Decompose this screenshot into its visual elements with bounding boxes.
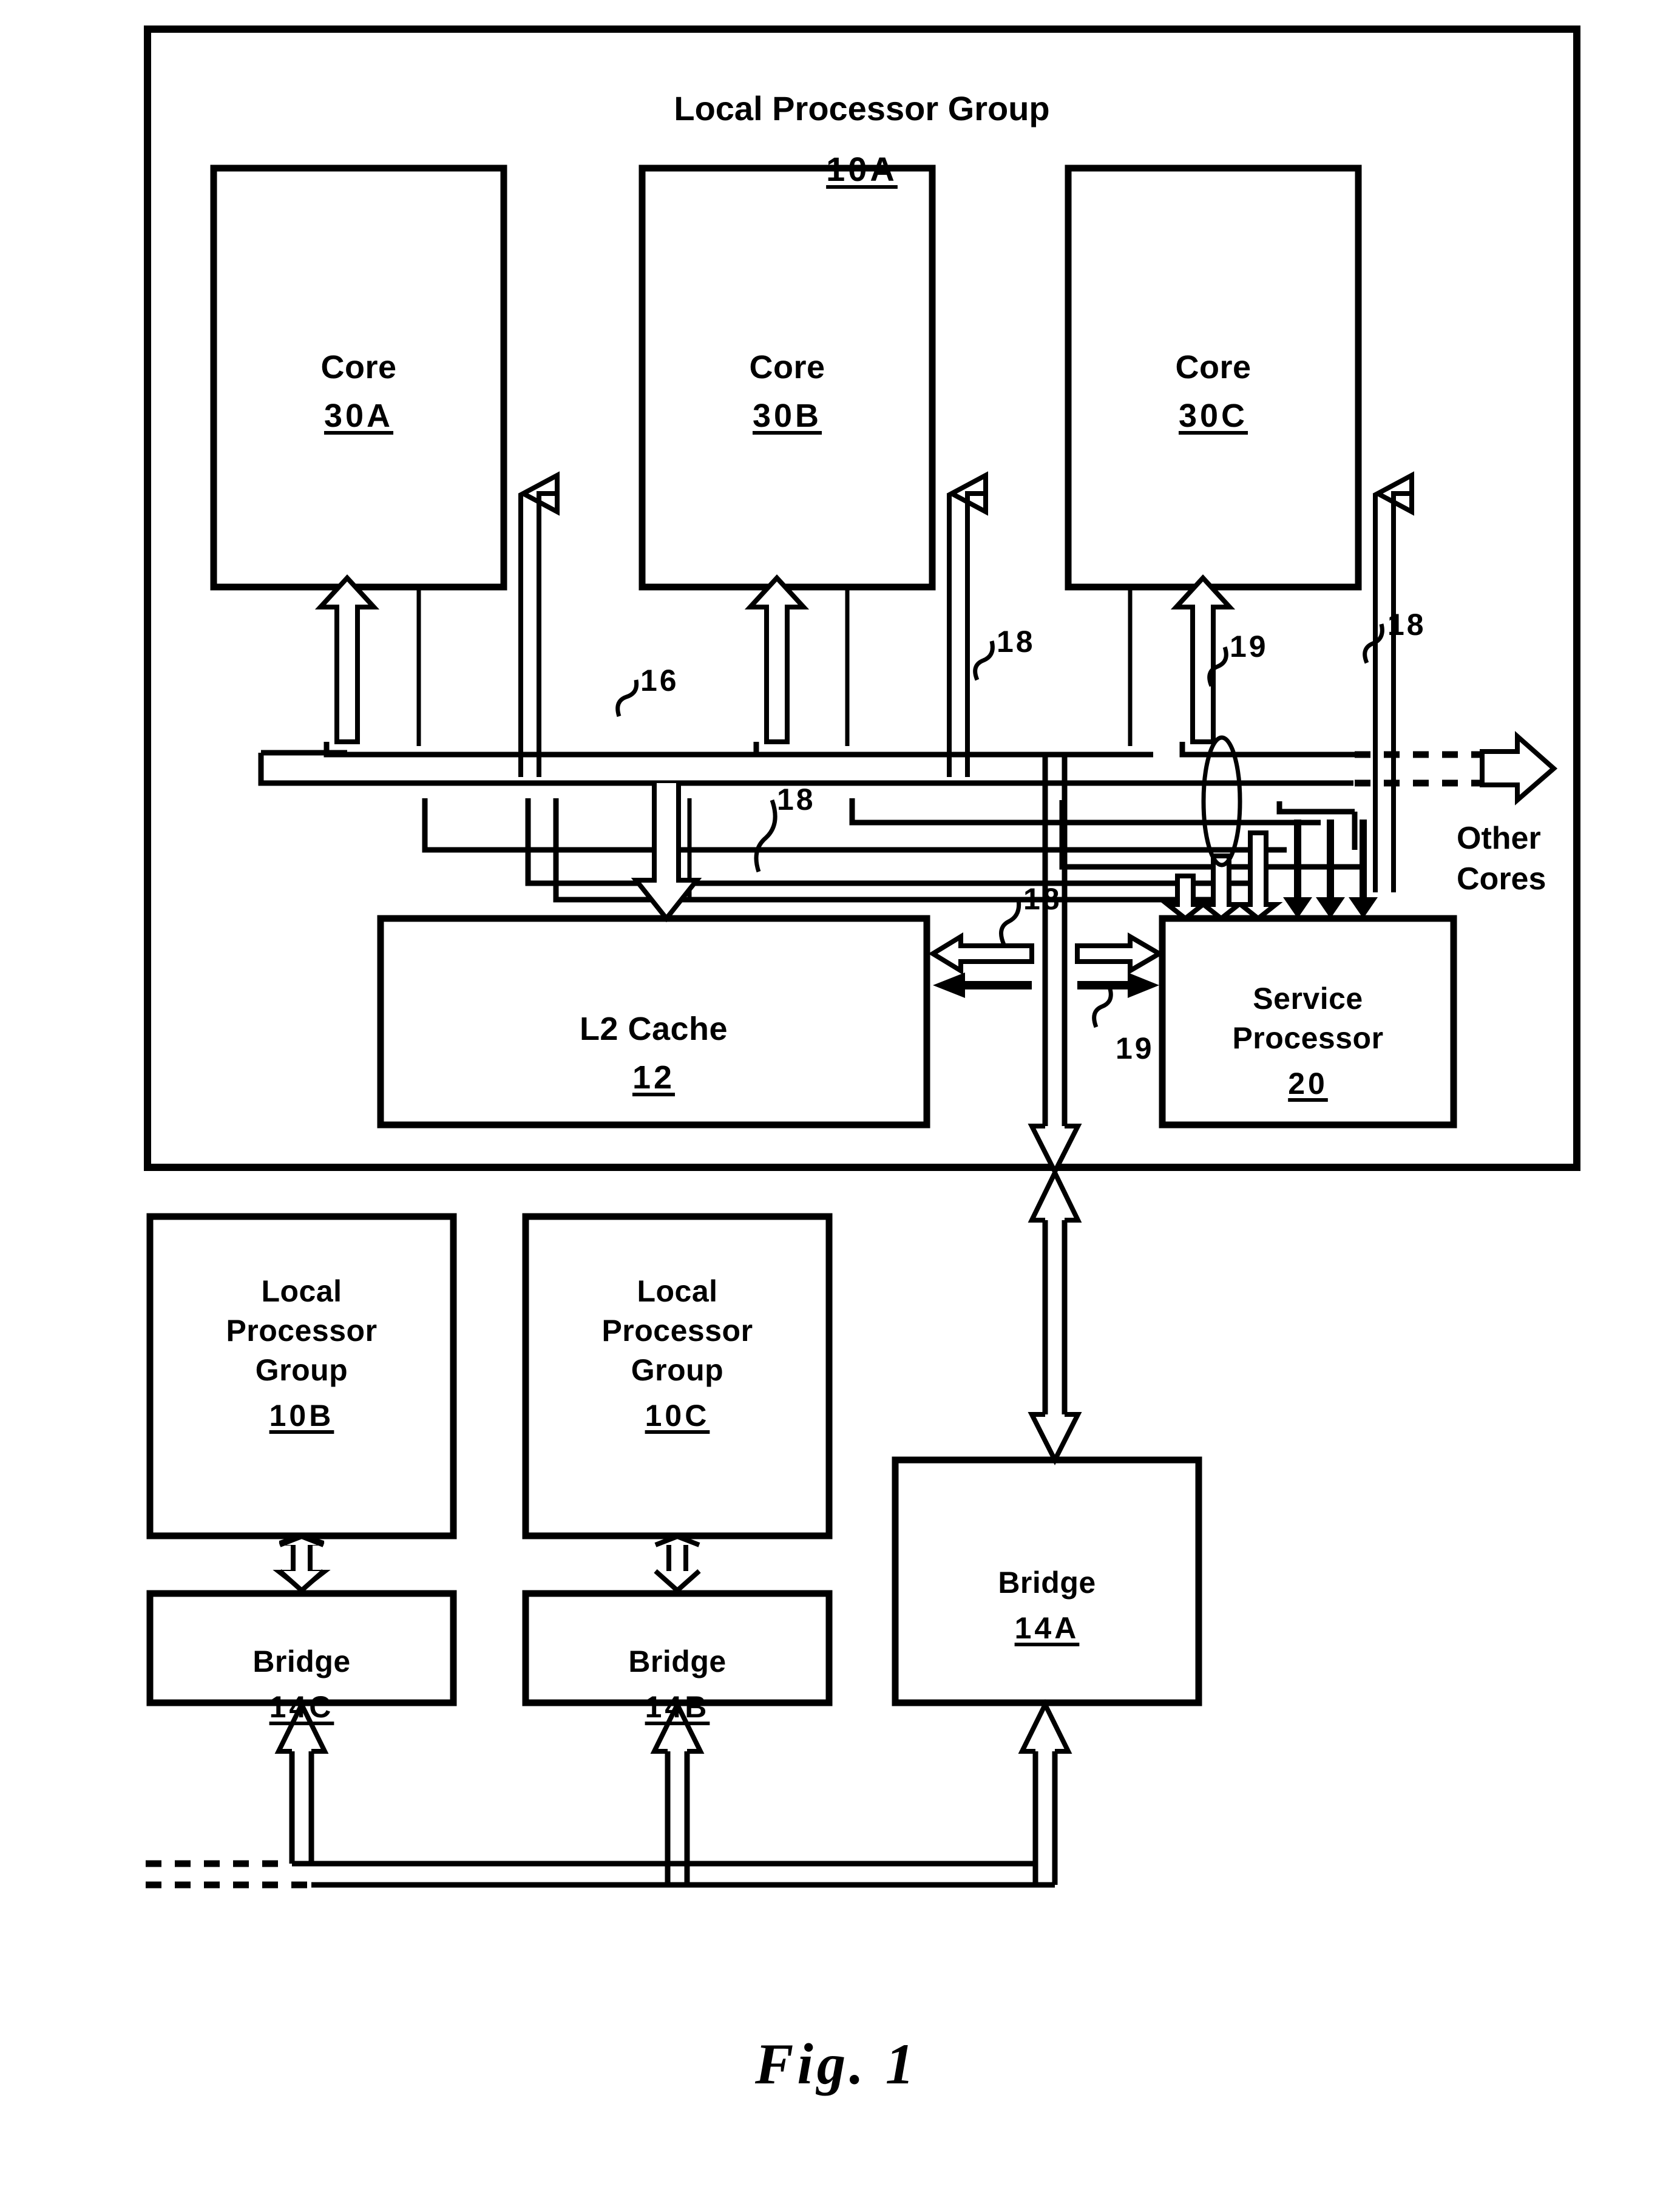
- l2-cache-ref: 12: [632, 1059, 676, 1096]
- lpg-10b-ref: 10B: [269, 1399, 334, 1433]
- lpg-10c-bridge-14b-arrow: [654, 1533, 701, 1594]
- figure-caption-text: Fig. 1: [755, 2032, 918, 2096]
- reference-numeral-19-bundle: 19: [1230, 629, 1268, 664]
- core-30a-title: Core: [320, 349, 397, 386]
- lpg-10c-title: Local Processor Group: [601, 1274, 753, 1387]
- lpg-10c-ref: 10C: [645, 1399, 710, 1433]
- group-ref-text: 10A: [826, 149, 898, 188]
- core-30a-ref: 30A: [323, 398, 394, 435]
- bridge-14a-title: Bridge: [998, 1566, 1096, 1600]
- bridge-14c-ref: 14C: [269, 1690, 334, 1724]
- l2-cache-title: L2 Cache: [579, 1011, 728, 1048]
- core-30c-title: Core: [1175, 349, 1252, 386]
- bridge-14a-ref: 14A: [1014, 1611, 1080, 1645]
- bridge-14b-title: Bridge: [628, 1644, 727, 1678]
- reference-numeral-18-l2link: 18: [1023, 881, 1062, 917]
- core-30c-ref: 30C: [1178, 398, 1248, 435]
- l2-cache-label: L2 Cache 12: [381, 965, 927, 1142]
- ref-18a-text: 18: [997, 625, 1035, 659]
- core-30b-title: Core: [749, 349, 825, 386]
- other-cores-text: Other Cores: [1457, 820, 1546, 897]
- local-processor-group-10c-label: Local Processor Group 10C: [526, 1232, 829, 1475]
- ref-16-text: 16: [640, 663, 679, 697]
- ref-18d-text: 18: [1023, 882, 1062, 916]
- reference-numeral-16: 16: [640, 663, 679, 698]
- ref-18b-text: 18: [1387, 608, 1426, 642]
- group-ref: 10A: [753, 97, 971, 236]
- core-30b-ref: 30B: [752, 398, 822, 435]
- reference-numeral-18-midbus: 18: [777, 782, 816, 817]
- figure-caption: Fig. 1: [755, 2031, 918, 2097]
- local-processor-group-10b-label: Local Processor Group 10B: [150, 1232, 453, 1475]
- ref-19b-text: 19: [1116, 1031, 1154, 1065]
- other-cores-label: Other Cores: [1457, 777, 1657, 900]
- bridge-14a-label: Bridge 14A: [895, 1524, 1199, 1688]
- core-30a-label: Core 30A: [214, 304, 504, 480]
- bridge-14b-label: Bridge 14B: [526, 1603, 829, 1766]
- core-30b-label: Core 30B: [642, 304, 932, 480]
- service-processor-title: Service Processor: [1232, 982, 1384, 1055]
- core-30c-label: Core 30C: [1068, 304, 1358, 480]
- figure-canvas: .st{fill:none;stroke:#000;stroke-width:9…: [0, 0, 1680, 2206]
- reference-numeral-18-core30b: 18: [997, 624, 1035, 659]
- reference-numeral-19-splink: 19: [1116, 1031, 1154, 1066]
- service-processor-ref: 20: [1288, 1067, 1328, 1101]
- bridge-14c-label: Bridge 14C: [150, 1603, 453, 1766]
- bridge-14b-ref: 14B: [645, 1690, 710, 1724]
- lpg-10b-title: Local Processor Group: [226, 1274, 378, 1387]
- bridge-14c-title: Bridge: [252, 1644, 351, 1678]
- ref-19a-text: 19: [1230, 630, 1268, 663]
- reference-numeral-18-core30c: 18: [1387, 607, 1426, 642]
- lpg-10b-bridge-14c-arrow: [273, 1533, 331, 1594]
- ref-18c-text: 18: [777, 782, 816, 816]
- service-processor-label: Service Processor 20: [1162, 940, 1454, 1143]
